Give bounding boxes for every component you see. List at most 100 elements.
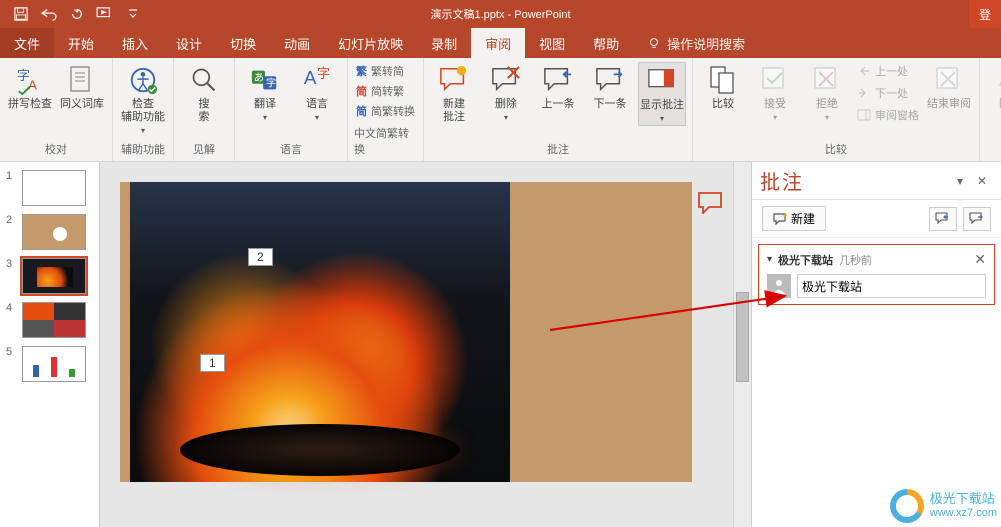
redo-button[interactable] <box>64 2 90 26</box>
svg-text:あ: あ <box>254 72 264 84</box>
collapse-icon[interactable]: ▾ <box>767 254 772 265</box>
spellcheck-button[interactable]: 字A 拼写检查 <box>6 62 54 111</box>
start-from-beginning-button[interactable] <box>92 2 118 26</box>
simp-to-trad-button[interactable]: 简简转繁 <box>354 82 417 100</box>
tab-animations[interactable]: 动画 <box>270 28 324 58</box>
arrow-up-left-icon <box>857 65 871 77</box>
slide-thumbnail[interactable]: 5 <box>0 342 99 386</box>
document-name: 演示文稿1.pptx <box>430 9 504 21</box>
group-chinese-conversion: 繁繁转简 简简转繁 简简繁转换 中文简繁转换 <box>348 58 424 161</box>
slide-thumbnail[interactable]: 1 <box>0 166 99 210</box>
watermark: 极光下载站 www.xz7.com <box>890 489 997 523</box>
slide-thumbnail[interactable]: 4 <box>0 298 99 342</box>
slide-preview <box>22 346 86 382</box>
tab-help[interactable]: 帮助 <box>579 28 633 58</box>
fire-pit <box>180 424 460 476</box>
end-review-button: 结束审阅 <box>925 62 973 111</box>
qat-customize-button[interactable] <box>120 2 146 26</box>
watermark-text: 极光下载站 www.xz7.com <box>930 492 997 520</box>
watermark-logo <box>890 489 924 523</box>
check-accessibility-button[interactable]: 检查辅助功能 ▾ <box>119 62 167 137</box>
tell-me-search[interactable]: 操作说明搜索 <box>633 28 745 58</box>
comment-indicator[interactable] <box>698 192 724 214</box>
comments-pane-header: 批注 ▾ ✕ <box>752 162 1001 200</box>
canvas-scrollbar[interactable] <box>733 162 751 527</box>
thesaurus-icon <box>66 64 98 96</box>
prev-comment-button[interactable]: 上一条 <box>534 62 582 111</box>
undo-button[interactable] <box>36 2 62 26</box>
next-comment-icon <box>594 64 626 96</box>
slide-preview <box>22 302 86 338</box>
slide-marker[interactable]: 1 <box>200 354 225 372</box>
sign-in-button[interactable]: 登 <box>969 0 1001 28</box>
next-comment-nav-button[interactable] <box>963 207 991 231</box>
thesaurus-button[interactable]: 同义词库 <box>58 62 106 111</box>
new-comment-icon <box>438 64 470 96</box>
comment-meta: ▾ 极光下载站 几秒前 ✕ <box>767 251 986 268</box>
prev-comment-nav-button[interactable] <box>929 207 957 231</box>
language-button[interactable]: A字 语言▾ <box>293 62 341 124</box>
slide-thumbnail[interactable]: 3 <box>0 254 99 298</box>
comment-author: 极光下载站 <box>778 252 833 268</box>
workspace: 1 2 3 4 5 1 2 批注 ▾ ✕ ✦ <box>0 162 1001 527</box>
svg-text:✦: ✦ <box>782 213 787 220</box>
tab-design[interactable]: 设计 <box>162 28 216 58</box>
prev-comment-icon <box>542 64 574 96</box>
smart-lookup-button[interactable]: 搜索 <box>180 62 228 124</box>
tab-insert[interactable]: 插入 <box>108 28 162 58</box>
new-comment-toolbar-button[interactable]: ✦ 新建 <box>762 206 826 231</box>
slide-preview <box>22 214 86 250</box>
slide-thumbnails-panel[interactable]: 1 2 3 4 5 <box>0 162 100 527</box>
new-comment-button[interactable]: 新建批注 <box>430 62 478 124</box>
tab-view[interactable]: 视图 <box>525 28 579 58</box>
language-icon: A字 <box>301 64 333 96</box>
tab-record[interactable]: 录制 <box>417 28 471 58</box>
group-proofing: 字A 拼写检查 同义词库 校对 <box>0 58 113 161</box>
chinese-convert-button[interactable]: 简简繁转换 <box>354 102 417 120</box>
chevron-down-icon: ▾ <box>315 113 319 122</box>
svg-text:A: A <box>304 67 317 88</box>
tab-home[interactable]: 开始 <box>54 28 108 58</box>
trad-to-simp-button[interactable]: 繁繁转简 <box>354 62 417 80</box>
new-comment-icon: ✦ <box>773 213 787 225</box>
show-comments-button[interactable]: 显示批注▾ <box>638 62 686 126</box>
slide-thumbnail[interactable]: 2 <box>0 210 99 254</box>
translate-button[interactable]: あ字 翻译▾ <box>241 62 289 124</box>
delete-comment-icon <box>490 64 522 96</box>
close-pane-button[interactable]: ✕ <box>971 170 993 192</box>
delete-comment-icon[interactable]: ✕ <box>974 251 986 268</box>
group-language: あ字 翻译▾ A字 语言▾ 语言 <box>235 58 348 161</box>
slide-preview <box>22 258 86 294</box>
slide-canvas-area[interactable]: 1 2 <box>100 162 733 527</box>
delete-comment-button[interactable]: 删除▾ <box>482 62 530 124</box>
tab-slideshow[interactable]: 幻灯片放映 <box>324 28 417 58</box>
svg-text:A: A <box>28 77 37 92</box>
prev-change-button: 上一处 <box>855 62 921 80</box>
show-comments-icon <box>646 65 678 97</box>
svg-text:字: 字 <box>266 77 276 90</box>
ribbon: 字A 拼写检查 同义词库 校对 检查辅助功能 ▾ 辅助功能 搜索 见解 <box>0 58 1001 162</box>
tab-transitions[interactable]: 切换 <box>216 28 270 58</box>
tab-file[interactable]: 文件 <box>0 28 54 58</box>
tab-review[interactable]: 审阅 <box>471 28 525 58</box>
chevron-down-icon: ▾ <box>263 113 267 122</box>
avatar <box>767 274 791 298</box>
search-icon <box>188 64 220 96</box>
slide-marker[interactable]: 2 <box>248 248 273 266</box>
slide-image-fire[interactable]: 1 2 <box>130 182 510 482</box>
accessibility-icon <box>127 64 159 96</box>
save-button[interactable] <box>8 2 34 26</box>
comments-toolbar: ✦ 新建 <box>752 200 1001 238</box>
comment-card[interactable]: ▾ 极光下载站 几秒前 ✕ <box>758 244 995 305</box>
title-bar: 演示文稿1.pptx - PowerPoint 登 <box>0 0 1001 28</box>
scrollbar-thumb[interactable] <box>736 292 749 382</box>
group-insights: 搜索 见解 <box>174 58 235 161</box>
group-comments: 新建批注 删除▾ 上一条 下一条 显示批注▾ 批注 <box>424 58 693 161</box>
compare-button[interactable]: 比较 <box>699 62 747 111</box>
slide-preview <box>22 170 86 206</box>
next-comment-button[interactable]: 下一条 <box>586 62 634 111</box>
slide-canvas[interactable]: 1 2 <box>120 182 692 482</box>
pane-options-button[interactable]: ▾ <box>949 170 971 192</box>
comments-pane-title: 批注 <box>760 166 949 195</box>
comment-input[interactable] <box>797 274 986 298</box>
